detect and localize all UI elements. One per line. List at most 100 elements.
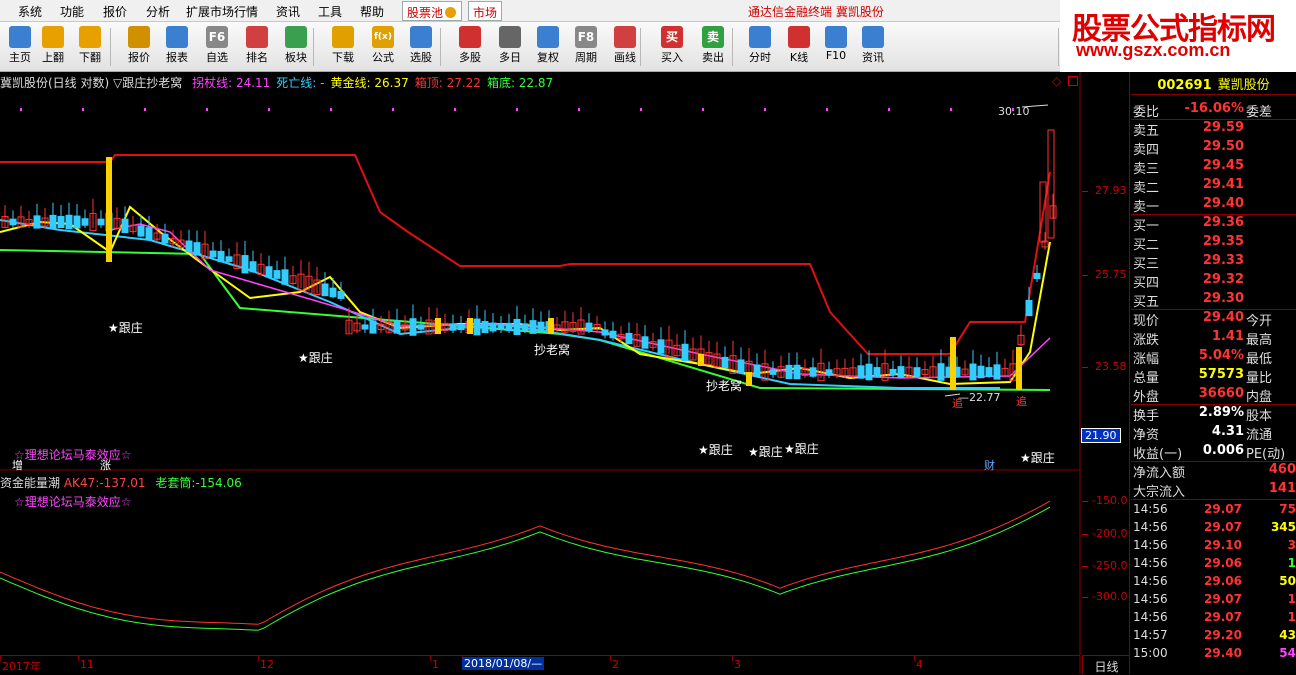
brand-banner: 股票公式指标网 www.gszx.com.cn: [1060, 0, 1296, 72]
kline-chart[interactable]: 30.10—22.77★跟庄★跟庄★跟庄 ★跟庄 ★跟庄★跟庄抄老窝抄老窝☆理想论坛…: [0, 72, 1130, 674]
quote-row-value: 29.36: [1202, 215, 1244, 230]
tick-time: 14:56: [1133, 610, 1168, 624]
quote-row-value: 2.89%: [1198, 405, 1244, 420]
quote-row-right-label: 内盘: [1246, 390, 1273, 405]
toolbar-button-quote[interactable]: 报价: [119, 24, 159, 70]
toolbar-button-formula[interactable]: f(x) 公式: [363, 24, 403, 70]
menu-extended-market[interactable]: 扩展市场行情: [186, 3, 258, 20]
flow-row: 净流入额 460: [1131, 461, 1296, 481]
time-axis: 2017年 11 12 1 2018/01/08/— 2 3 4: [0, 655, 1080, 674]
toolbar-button-label: 上翻: [42, 51, 64, 64]
time-axis-label: 3: [734, 658, 741, 671]
menu-tools[interactable]: 工具: [318, 3, 342, 20]
signal-bar: [106, 157, 112, 262]
intraday-icon: [749, 26, 771, 48]
quote-row-label: 委比: [1133, 105, 1160, 120]
maximize-icon[interactable]: [1068, 76, 1078, 86]
toolbar-button-intraday[interactable]: 分时: [740, 24, 780, 70]
follow-dealer-label: ★跟庄: [748, 444, 783, 459]
toolbar-button-label: 多日: [499, 51, 521, 64]
signal-dot: [826, 108, 828, 111]
candle-body: [393, 320, 401, 334]
period-button[interactable]: 日线: [1082, 655, 1130, 674]
toolbar-button-restore[interactable]: 复权: [528, 24, 568, 70]
toolbar: 主页 上翻 下翻 报价 报表 F6 自选 排名 板块 下载 f(x) 公式 选股 多股 多日 复权 F8 周期 画线…: [0, 22, 1060, 72]
toolbar-button-stock-select[interactable]: 选股: [401, 24, 441, 70]
candle-body: [1025, 299, 1033, 317]
signal-dot: [764, 108, 766, 111]
toolbar-button-multi-day[interactable]: 多日: [490, 24, 530, 70]
candle-body: [185, 240, 193, 253]
toolbar-button-f10[interactable]: F10: [816, 24, 856, 70]
toolbar-button-download[interactable]: 下载: [323, 24, 363, 70]
tab-market[interactable]: 市场: [468, 1, 502, 21]
candle-body: [985, 367, 993, 377]
signal-dot: [516, 108, 518, 111]
candle-body: [529, 320, 537, 334]
candle-body: [913, 367, 921, 377]
tick-volume: 1: [1287, 556, 1296, 570]
price-axis-label: 21.90: [1081, 428, 1121, 443]
toolbar-button-f8[interactable]: F8 周期: [566, 24, 606, 70]
toolbar-button-f6[interactable]: F6 自选: [197, 24, 237, 70]
tick-price: 29.07: [1204, 502, 1242, 516]
quote-row-right-label: 量比: [1246, 371, 1273, 386]
quote-row-right-label: 今开: [1246, 314, 1273, 329]
candle-body: [601, 329, 609, 336]
menu-function[interactable]: 功能: [60, 3, 84, 20]
toolbar-button-rank[interactable]: 排名: [237, 24, 277, 70]
toolbar-button-buy[interactable]: 买买入: [652, 24, 692, 70]
diamond-icon[interactable]: ◇: [1052, 74, 1061, 88]
signal-dot: [950, 108, 952, 111]
menu-analysis[interactable]: 分析: [146, 3, 170, 20]
toolbar-button-down-arrow[interactable]: 下翻: [70, 24, 110, 70]
toolbar-button-draw-line[interactable]: 画线: [605, 24, 645, 70]
tick-volume: 75: [1279, 502, 1296, 516]
quote-row-value: 29.33: [1202, 253, 1244, 268]
indicator-axis-label: -200.0: [1092, 527, 1128, 540]
tick-price: 29.20: [1204, 628, 1242, 642]
toolbar-button-kline[interactable]: K线: [779, 24, 819, 70]
chart-area[interactable]: 冀凯股份(日线 对数) ▽跟庄抄老窝 拐杖线: 24.11 死亡线: - 黄金线: …: [0, 72, 1130, 674]
indicator-header: 资金能量潮 AK47:-137.01 老套筒:-154.06: [0, 474, 242, 491]
tick-row: 14:56 29.07 1: [1131, 591, 1296, 609]
toolbar-button-report[interactable]: 报表: [157, 24, 197, 70]
menu-help[interactable]: 帮助: [360, 3, 384, 20]
sector-icon: [285, 26, 307, 48]
toolbar-button-label: 报表: [166, 51, 188, 64]
toolbar-button-multi-stock[interactable]: 多股: [450, 24, 490, 70]
menu-news[interactable]: 资讯: [276, 3, 300, 20]
candle-body: [73, 215, 81, 229]
time-axis-label: 2017年: [2, 660, 41, 673]
pool-icon: [445, 7, 457, 18]
toolbar-button-news[interactable]: 资讯: [853, 24, 893, 70]
buy-icon: 买: [661, 26, 683, 48]
candle-body: [481, 321, 489, 333]
candle-body: [737, 359, 745, 374]
quote-row: 卖一 29.40: [1131, 195, 1296, 215]
forum-label: ☆理想论坛马泰效应☆: [14, 447, 132, 462]
tab-stock-pool[interactable]: 股票池: [402, 1, 462, 21]
tab-stock-pool-label: 股票池: [407, 6, 444, 20]
candle-body: [49, 214, 57, 230]
tick-row: 15:00 29.40 54: [1131, 645, 1296, 663]
candle-body: [977, 365, 985, 379]
menu-quote[interactable]: 报价: [103, 3, 127, 20]
sell-icon: 卖: [702, 26, 724, 48]
toolbar-button-sector[interactable]: 板块: [276, 24, 316, 70]
download-icon: [332, 26, 354, 48]
candle-body: [361, 324, 369, 330]
quote-row-label: 涨幅: [1133, 352, 1160, 367]
toolbar-button-sell[interactable]: 卖卖出: [693, 24, 733, 70]
toolbar-button-up-arrow[interactable]: 上翻: [33, 24, 73, 70]
formula-icon: f(x): [372, 26, 394, 48]
axis-tick: [1082, 191, 1088, 192]
candle-body: [225, 256, 233, 262]
tick-volume: 345: [1270, 520, 1296, 534]
quote-row-label: 卖一: [1133, 200, 1160, 215]
tick-volume: 54: [1279, 646, 1296, 660]
menu-system[interactable]: 系统: [18, 3, 42, 20]
signal-dot: [144, 108, 146, 111]
time-axis-label: 2018/01/08/—: [462, 657, 545, 670]
candle-body: [681, 343, 689, 362]
